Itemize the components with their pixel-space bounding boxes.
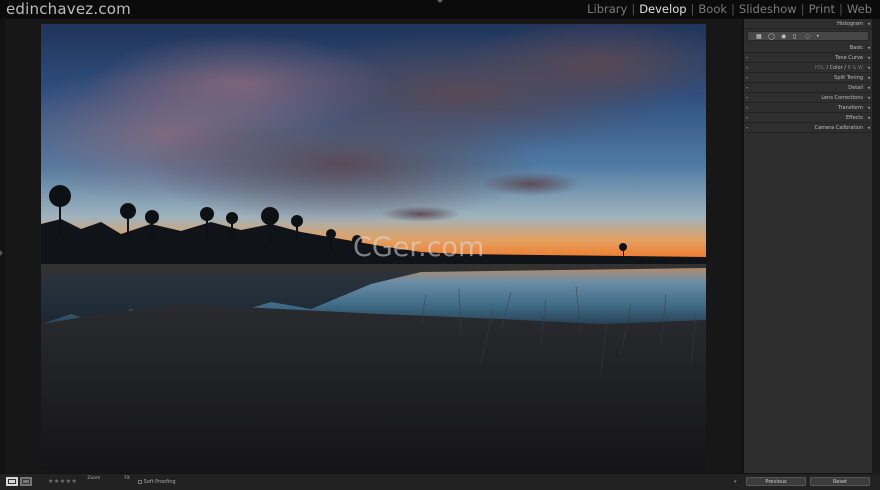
panel-detail[interactable]: ▾ Detail ◂ (744, 83, 872, 93)
panel-camera-calibration-label: Camera Calibration (814, 125, 863, 131)
module-separator: | (839, 2, 843, 16)
spot-removal-icon[interactable]: ◯ (768, 33, 775, 40)
brand-logo: edinchavez.com (6, 0, 131, 18)
collapse-top-panel-icon[interactable] (437, 0, 443, 3)
panel-split-toning[interactable]: ▾ Split Toning ◂ (744, 73, 872, 83)
panel-split-toning-label: Split Toning (834, 75, 863, 81)
panel-basic-label: Basic (849, 45, 863, 51)
crop-tool-icon[interactable]: ▦ (756, 33, 762, 40)
panel-switch-icon[interactable]: ▾ (746, 125, 748, 130)
zoom-label[interactable]: Zoom (87, 476, 100, 481)
tab-bw[interactable]: B & W (848, 65, 863, 71)
panel-transform[interactable]: ▾ Transform ◂ (744, 103, 872, 113)
collapse-icon: ◂ (867, 115, 870, 121)
star-rating[interactable]: ★★★★★ (48, 478, 77, 485)
module-book[interactable]: Book (696, 2, 729, 16)
panel-hsl-color-bw[interactable]: ▾ HSL / Color / B & W ◂ (744, 63, 872, 73)
before-after-icon (22, 479, 30, 484)
panel-histogram-label: Histogram (837, 21, 863, 27)
landscape-photo: CGer.com (41, 24, 706, 469)
module-separator: | (800, 2, 805, 16)
panel-effects[interactable]: ▾ Effects ◂ (744, 113, 872, 123)
panel-histogram[interactable]: Histogram ◂ (744, 19, 872, 29)
panel-switch-icon[interactable]: ▾ (746, 95, 748, 100)
collapse-icon: ◂ (867, 125, 870, 131)
collapse-left-panel-icon[interactable] (0, 250, 3, 256)
loupe-view-icon (8, 479, 16, 484)
toolbar-left-controls: ★★★★★ Zoom Fit Soft Proofing (6, 476, 176, 486)
loupe-view-button[interactable] (6, 477, 18, 486)
hsl-color-bw-tabs: HSL / Color / B & W (815, 65, 863, 71)
panel-basic[interactable]: Basic ◂ (744, 43, 872, 53)
module-develop[interactable]: Develop (637, 2, 688, 16)
collapse-icon: ◂ (867, 95, 870, 101)
tab-color[interactable]: Color (830, 65, 843, 71)
panel-switch-icon[interactable]: ▾ (746, 85, 748, 90)
panel-camera-calibration[interactable]: ▾ Camera Calibration ◂ (744, 123, 872, 133)
soft-proofing-label: Soft Proofing (143, 478, 176, 485)
panel-switch-icon[interactable]: ▾ (746, 75, 748, 80)
module-library[interactable]: Library (585, 2, 629, 16)
before-after-view-button[interactable] (20, 477, 32, 486)
module-picker: Library | Develop | Book | Slideshow | P… (585, 2, 874, 16)
module-web[interactable]: Web (845, 2, 874, 16)
toolbar-menu-icon[interactable]: ▾ (734, 479, 737, 485)
previous-button[interactable]: Previous (746, 477, 806, 486)
collapse-icon: ◂ (867, 65, 870, 71)
fit-label[interactable]: Fit (124, 476, 129, 481)
graduated-filter-icon[interactable]: ▯ (793, 33, 796, 40)
module-slideshow[interactable]: Slideshow (737, 2, 799, 16)
tab-hsl[interactable]: HSL (815, 65, 825, 71)
panel-lens-corrections-label: Lens Corrections (821, 95, 863, 101)
collapse-icon: ◂ (867, 75, 870, 81)
collapse-icon: ◂ (867, 105, 870, 111)
collapse-icon: ◂ (867, 85, 870, 91)
watermark-text: CGer.com (353, 232, 484, 263)
collapse-icon: ◂ (867, 45, 870, 51)
panel-tone-curve[interactable]: ▾ Tone Curve ◂ (744, 53, 872, 63)
collapse-icon: ◂ (867, 55, 870, 61)
right-panel-edge (872, 19, 880, 490)
panel-tone-curve-label: Tone Curve (835, 55, 863, 61)
panel-detail-label: Detail (848, 85, 863, 91)
photo-preview[interactable]: CGer.com (41, 24, 706, 469)
red-eye-icon[interactable]: ◉ (781, 33, 786, 40)
adjustment-brush-icon[interactable]: • (816, 33, 820, 40)
module-print[interactable]: Print (807, 2, 837, 16)
module-separator: | (731, 2, 735, 16)
panel-switch-icon[interactable]: ▾ (746, 105, 748, 110)
tool-strip: ▦ ◯ ◉ ▯ ◌ • (747, 31, 869, 41)
panel-switch-icon[interactable]: ▾ (746, 55, 748, 60)
panel-effects-label: Effects (846, 115, 863, 121)
top-bar: edinchavez.com Library | Develop | Book … (0, 0, 880, 19)
collapse-icon: ◂ (867, 21, 870, 27)
panel-transform-label: Transform (838, 105, 863, 111)
panel-switch-icon[interactable]: ▾ (746, 115, 748, 120)
module-separator: | (631, 2, 636, 16)
toolbar-bottom: ★★★★★ Zoom Fit Soft Proofing ▾ Previous … (0, 474, 880, 490)
soft-proofing-checkbox[interactable] (137, 479, 142, 484)
module-separator: | (690, 2, 695, 16)
panel-switch-icon[interactable]: ▾ (746, 65, 748, 70)
panel-lens-corrections[interactable]: ▾ Lens Corrections ◂ (744, 93, 872, 103)
reset-button[interactable]: Reset (810, 477, 870, 486)
develop-right-panel: Histogram ◂ ▦ ◯ ◉ ▯ ◌ • Basic ◂ ▾ Tone C… (744, 19, 872, 473)
radial-filter-icon[interactable]: ◌ (805, 33, 810, 40)
